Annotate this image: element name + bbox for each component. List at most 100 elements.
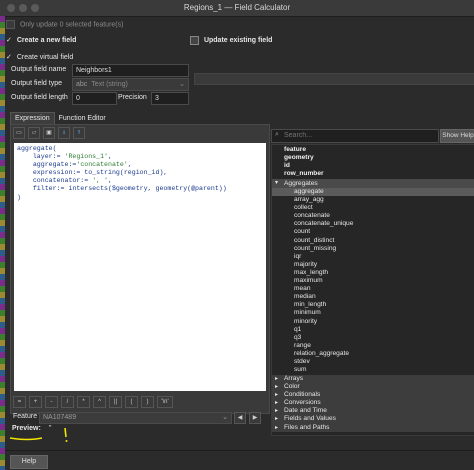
- open-file-icon[interactable]: ▱: [28, 127, 40, 139]
- save-icon[interactable]: ▣: [43, 127, 55, 139]
- tree-item-geometry[interactable]: geometry: [284, 154, 324, 162]
- create-new-field-header[interactable]: ✓ Create a new field: [6, 35, 186, 47]
- virtual-field-label: Create virtual field: [16, 54, 74, 61]
- function-item[interactable]: q3: [294, 334, 353, 342]
- function-search[interactable]: ⌕: [271, 129, 439, 143]
- operator-plus-button[interactable]: +: [29, 396, 42, 408]
- function-item[interactable]: maximum: [294, 277, 353, 285]
- only-update-row: Only update 0 selected feature(s): [6, 20, 474, 33]
- update-existing-header[interactable]: Update existing field: [190, 35, 474, 47]
- operator-minus-button[interactable]: -: [45, 396, 58, 408]
- function-item[interactable]: minimum: [294, 309, 353, 317]
- tree-group-aggregates[interactable]: ▾ Aggregates: [272, 179, 474, 188]
- show-help-button[interactable]: Show Help: [440, 129, 474, 143]
- tab-expression[interactable]: Expression: [10, 112, 55, 124]
- output-type-select[interactable]: abc Text (string) ⌄: [72, 78, 189, 91]
- editor-toolbar: ▭ ▱ ▣ ⭳ ⭱: [13, 127, 88, 140]
- group-label: Files and Paths: [284, 423, 330, 431]
- operator-open-paren-button[interactable]: (: [125, 396, 138, 408]
- output-name-input[interactable]: Neighbors1: [72, 64, 189, 77]
- tab-bar: Expression Function Editor: [10, 112, 110, 124]
- function-search-input[interactable]: [284, 130, 434, 141]
- existing-field-select[interactable]: [194, 73, 474, 85]
- tree-group-files-and-paths[interactable]: ▸ Files and Paths: [272, 424, 474, 432]
- operator-equals-button[interactable]: =: [13, 396, 26, 408]
- collapsed-groups: ▸ Arrays ▸ Color ▸ Conditionals ▸ Conversion…: [272, 375, 474, 432]
- group-label: Fields and Values: [284, 415, 336, 423]
- operator-close-paren-button[interactable]: ): [141, 396, 154, 408]
- operator-divide-button[interactable]: /: [61, 396, 74, 408]
- function-item[interactable]: minority: [294, 318, 353, 326]
- precision-spinbox[interactable]: 3: [151, 92, 189, 105]
- chevron-down-icon: ⌄: [222, 414, 228, 421]
- operator-multiply-button[interactable]: *: [77, 396, 90, 408]
- next-feature-button[interactable]: ▶: [249, 412, 261, 424]
- code-line: aggregate:='concatenate',: [17, 161, 132, 169]
- window-title: Regions_1 — Field Calculator: [183, 3, 291, 12]
- code-line: filter:= intersects($geometry, geometry(…: [17, 185, 227, 193]
- operator-power-button[interactable]: ^: [93, 396, 106, 408]
- virtual-field-row[interactable]: ✓ Create virtual field: [6, 52, 186, 63]
- feature-select[interactable]: NA107489 ⌄: [39, 412, 232, 424]
- help-button[interactable]: Help: [10, 455, 48, 469]
- background-layer-colors: [0, 16, 5, 470]
- new-file-icon[interactable]: ▭: [13, 127, 25, 139]
- function-item[interactable]: min_length: [294, 301, 353, 309]
- operator-newline-button[interactable]: '\n': [157, 396, 173, 408]
- tree-group-conversions[interactable]: ▸ Conversions: [272, 399, 474, 407]
- only-update-checkbox[interactable]: [6, 20, 15, 29]
- function-item[interactable]: sum: [294, 366, 353, 374]
- update-existing-label: Update existing field: [203, 37, 273, 44]
- function-item[interactable]: range: [294, 342, 353, 350]
- group-label: Arrays: [284, 375, 304, 382]
- function-item[interactable]: stdev: [294, 358, 353, 366]
- length-spinbox[interactable]: 0: [72, 92, 117, 105]
- function-item[interactable]: concatenate_unique: [294, 220, 353, 228]
- chevron-down-icon: ⌄: [179, 81, 185, 88]
- import-icon[interactable]: ⭳: [58, 127, 70, 139]
- tree-group-fields-and-values[interactable]: ▸ Fields and Values: [272, 415, 474, 423]
- function-item[interactable]: collect: [294, 204, 353, 212]
- tree-group-date-and-time[interactable]: ▸ Date and Time: [272, 407, 474, 415]
- function-item[interactable]: count_distinct: [294, 237, 353, 245]
- function-item[interactable]: median: [294, 293, 353, 301]
- tab-function-editor[interactable]: Function Editor: [55, 113, 110, 124]
- check-icon: ✓: [6, 37, 12, 44]
- tree-group-arrays[interactable]: ▸ Arrays: [272, 375, 474, 383]
- function-item[interactable]: q1: [294, 326, 353, 334]
- update-existing-checkbox[interactable]: [190, 35, 199, 45]
- update-existing-group: Update existing field: [190, 35, 474, 107]
- tree-item-row-number[interactable]: row_number: [284, 170, 324, 178]
- tree-item-feature[interactable]: feature: [284, 146, 324, 154]
- function-item[interactable]: array_agg: [294, 196, 353, 204]
- annotation-mark: [64, 428, 67, 438]
- function-item[interactable]: concatenate: [294, 212, 353, 220]
- length-label: Output field length: [11, 94, 68, 101]
- chevron-right-icon: ▸: [275, 408, 279, 415]
- previous-feature-button[interactable]: ◀: [234, 412, 246, 424]
- output-type-row: Output field type abc Text (string) ⌄: [6, 78, 189, 91]
- function-item[interactable]: max_length: [294, 269, 353, 277]
- function-item[interactable]: count: [294, 228, 353, 236]
- operator-bar: = + - / * ^ ||() '\n': [13, 396, 176, 409]
- title-bar: Regions_1 — Field Calculator: [0, 0, 474, 17]
- tree-group-color[interactable]: ▸ Color: [272, 383, 474, 391]
- group-label: Date and Time: [284, 407, 327, 415]
- annotation-underline: [9, 437, 43, 441]
- code-line: concatenator:= ', ',: [17, 177, 112, 185]
- bottom-divider: [5, 450, 474, 451]
- tree-group-conditionals[interactable]: ▸ Conditionals: [272, 391, 474, 399]
- function-item[interactable]: majority: [294, 261, 353, 269]
- function-item[interactable]: relation_aggregate: [294, 350, 353, 358]
- function-item[interactable]: mean: [294, 285, 353, 293]
- chevron-right-icon: ▸: [275, 400, 279, 407]
- function-item[interactable]: aggregate: [294, 188, 353, 196]
- annotation-dot: [65, 440, 68, 442]
- function-item[interactable]: iqr: [294, 253, 353, 261]
- tree-item-id[interactable]: id: [284, 162, 324, 170]
- expression-panel: ▭ ▱ ▣ ⭳ ⭱ aggregate( layer:= 'Regions_1', ag…: [10, 124, 270, 414]
- expression-editor[interactable]: aggregate( layer:= 'Regions_1', aggregat…: [14, 143, 266, 391]
- function-item[interactable]: count_missing: [294, 245, 353, 253]
- operator-concat-button[interactable]: ||: [109, 396, 122, 408]
- export-icon[interactable]: ⭱: [73, 127, 85, 139]
